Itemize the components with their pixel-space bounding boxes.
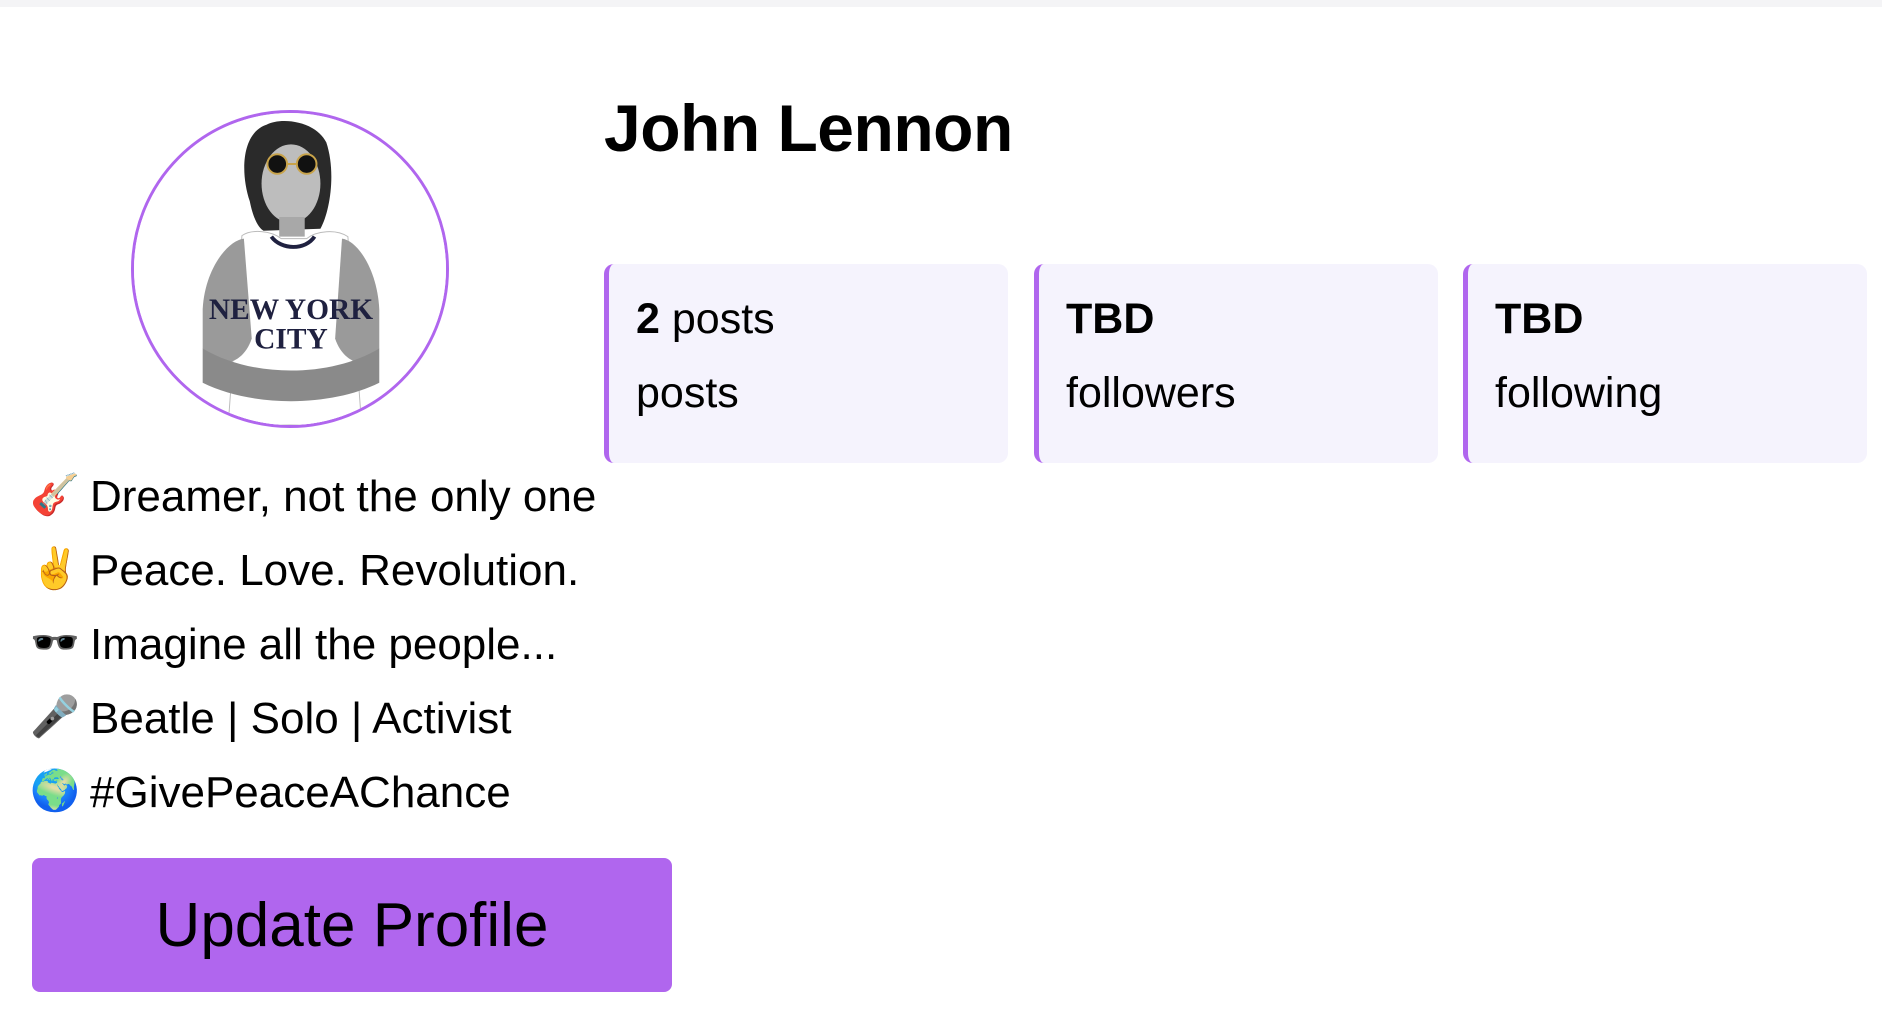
stat-followers: TBD followers xyxy=(1034,264,1438,463)
bio-text: Imagine all the people... xyxy=(90,620,558,669)
bio-line: 🎤 Beatle | Solo | Activist xyxy=(30,694,596,769)
bio-text: Beatle | Solo | Activist xyxy=(90,694,512,743)
profile-page: NEW YORK CITY John Lennon 2 posts posts … xyxy=(0,7,1882,1012)
stat-followers-label: followers xyxy=(1066,369,1236,417)
svg-text:NEW YORK: NEW YORK xyxy=(209,294,373,326)
avatar: NEW YORK CITY xyxy=(131,110,449,428)
microphone-icon: 🎤 xyxy=(30,695,80,739)
sunglasses-icon: 🕶️ xyxy=(30,621,80,665)
stat-following-value: TBD xyxy=(1495,298,1583,341)
bio-text: Dreamer, not the only one xyxy=(90,472,597,521)
globe-icon: 🌍 xyxy=(30,769,80,813)
stat-followers-value: TBD xyxy=(1066,298,1154,341)
svg-text:CITY: CITY xyxy=(254,323,328,355)
update-profile-button[interactable]: Update Profile xyxy=(32,858,672,992)
stat-posts-count: 2 xyxy=(636,295,660,343)
bio-text: Peace. Love. Revolution. xyxy=(90,546,580,595)
bio-line: 🎸 Dreamer, not the only one xyxy=(30,472,597,547)
stat-posts-suffix: posts xyxy=(659,295,775,343)
stat-following-count: TBD xyxy=(1495,295,1584,343)
bio-text: #GivePeaceAChance xyxy=(90,768,511,817)
bio-list: 🎸 Dreamer, not the only one ✌️ Peace. Lo… xyxy=(30,472,597,843)
stat-posts-value: 2 posts xyxy=(636,298,775,341)
stat-following-label: following xyxy=(1495,369,1663,417)
guitar-icon: 🎸 xyxy=(30,473,80,517)
bio-line: 🌍 #GivePeaceAChance xyxy=(30,768,596,843)
stat-followers-count: TBD xyxy=(1066,295,1155,343)
avatar-photo: NEW YORK CITY xyxy=(134,113,446,425)
bio-line: 🕶️ Imagine all the people... xyxy=(30,620,596,695)
peace-hand-icon: ✌️ xyxy=(30,547,80,591)
bio-line: ✌️ Peace. Love. Revolution. xyxy=(30,546,596,621)
profile-name: John Lennon xyxy=(604,91,1013,165)
stat-following: TBD following xyxy=(1463,264,1867,463)
stat-posts-label: posts xyxy=(636,369,739,417)
stat-posts: 2 posts posts xyxy=(604,264,1008,463)
